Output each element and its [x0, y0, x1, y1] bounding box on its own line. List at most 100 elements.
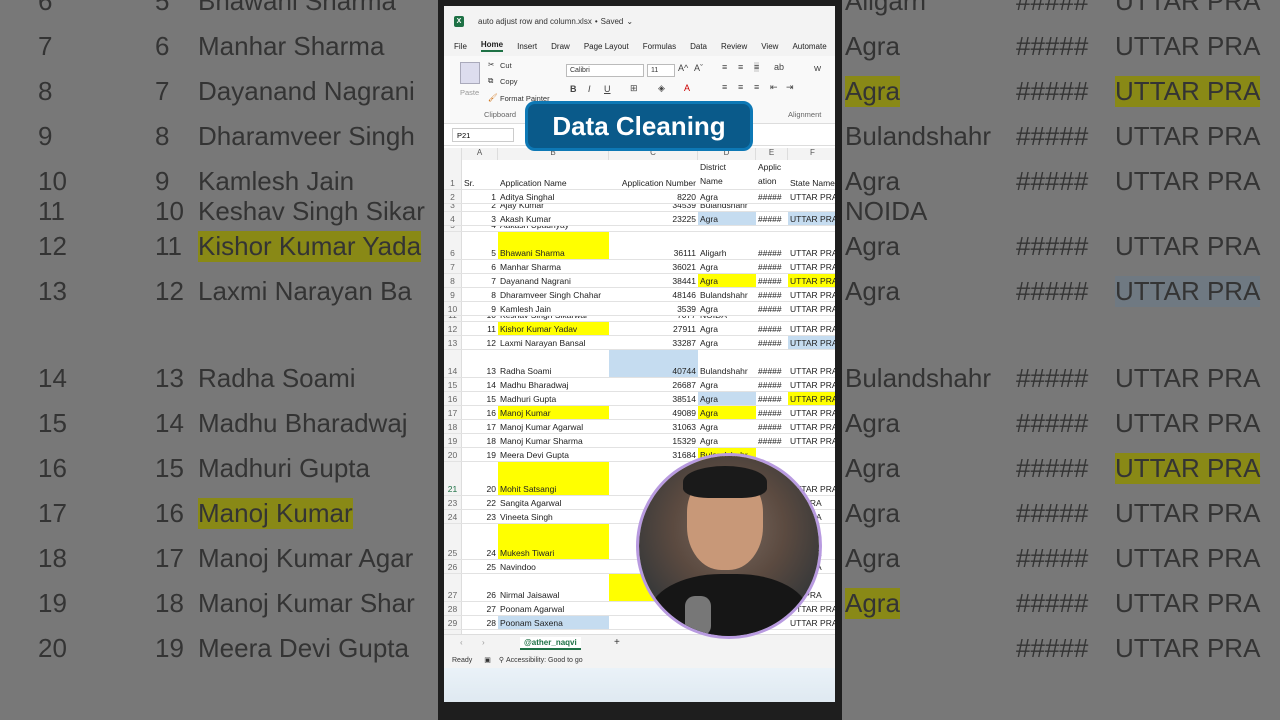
row-number[interactable]: 1 [444, 160, 462, 189]
align-top-icon[interactable]: ≡ [722, 62, 727, 72]
cell-ap[interactable]: ##### [756, 232, 788, 259]
decrease-font-icon[interactable]: Aˇ [694, 63, 703, 73]
row-number[interactable]: 9 [444, 288, 462, 301]
row-number[interactable]: 13 [444, 336, 462, 349]
row-number[interactable]: 25 [444, 524, 462, 559]
row-number[interactable]: 29 [444, 616, 462, 629]
cell-sr[interactable]: 19 [462, 448, 498, 461]
cell-name[interactable]: Kishor Kumar Yadav [498, 322, 609, 335]
cell-name[interactable]: Madhu Bharadwaj [498, 378, 609, 391]
cell-st[interactable]: UTTAR PRA [788, 434, 835, 447]
cell-sr[interactable]: 1 [462, 190, 498, 203]
paste-button[interactable]: Paste [460, 88, 479, 97]
cell-num[interactable]: 36021 [609, 260, 698, 273]
cell-st[interactable]: UTTAR PRA [788, 288, 835, 301]
underline-icon[interactable]: U [604, 84, 611, 94]
tab-review[interactable]: Review [721, 42, 747, 51]
cell-num[interactable]: 15329 [609, 434, 698, 447]
fill-color-icon[interactable]: ◈ [658, 83, 665, 94]
cell-name[interactable]: Radha Soami [498, 350, 609, 377]
row-number[interactable]: 15 [444, 378, 462, 391]
cell-ap[interactable]: ##### [756, 336, 788, 349]
cell-st[interactable]: UTTAR PRA [788, 406, 835, 419]
cell-name[interactable]: Navindoo [498, 560, 609, 573]
cell-name[interactable]: Aakash Upadhyay [498, 226, 609, 231]
cell-name[interactable]: Poonam Saxena [498, 616, 609, 629]
cell-st[interactable] [788, 448, 835, 461]
row-number[interactable]: 7 [444, 260, 462, 273]
cell-ap[interactable]: ##### [756, 260, 788, 273]
row-number[interactable]: 8 [444, 274, 462, 287]
cell-name[interactable]: Dharamveer Singh Chahar [498, 288, 609, 301]
cell-name[interactable]: Manoj Kumar Agarwal [498, 420, 609, 433]
cell-dist[interactable]: NOIDA [698, 316, 756, 321]
bold-icon[interactable]: B [570, 84, 577, 94]
cell-num[interactable]: 40744 [609, 350, 698, 377]
column-header-e[interactable]: E [756, 148, 788, 160]
wrap-text-button[interactable]: W [814, 64, 821, 73]
cell-sr[interactable]: 14 [462, 378, 498, 391]
cell-ap[interactable]: ##### [756, 274, 788, 287]
cell-dist[interactable]: Aligarh [698, 232, 756, 259]
row-number[interactable]: 12 [444, 322, 462, 335]
row-number[interactable]: 21 [444, 462, 462, 495]
cell-sr[interactable]: 11 [462, 322, 498, 335]
tab-formulas[interactable]: Formulas [643, 42, 676, 51]
cell-name[interactable]: Ajay Kumar [498, 204, 609, 211]
cell-st[interactable]: UTTAR PRA [788, 378, 835, 391]
cell-name[interactable]: Laxmi Narayan Bansal [498, 336, 609, 349]
font-name-select[interactable]: Calibri [566, 64, 644, 77]
align-bottom-icon[interactable]: ≡ [754, 62, 760, 72]
cell-ap[interactable]: ##### [756, 378, 788, 391]
row-number[interactable]: 20 [444, 448, 462, 461]
cell-num[interactable] [609, 226, 698, 231]
decrease-indent-icon[interactable]: ⇤ [770, 82, 778, 93]
cell-ap[interactable]: ##### [756, 302, 788, 315]
cell-ap[interactable] [756, 226, 788, 231]
copy-icon[interactable]: ⧉ [488, 76, 493, 86]
cell-st[interactable] [788, 204, 835, 211]
tab-page-layout[interactable]: Page Layout [584, 42, 629, 51]
cell-name[interactable]: Vineeta Singh [498, 510, 609, 523]
cell-sr[interactable]: 3 [462, 212, 498, 225]
row-number[interactable]: 3 [444, 204, 462, 211]
cell-ap[interactable]: ##### [756, 212, 788, 225]
cell-num[interactable]: 36111 [609, 232, 698, 259]
cell-ap[interactable]: ##### [756, 434, 788, 447]
cell-sr[interactable]: 18 [462, 434, 498, 447]
cell-name[interactable]: Kamlesh Jain [498, 302, 609, 315]
cell-sr[interactable]: 20 [462, 462, 498, 495]
row-number[interactable]: 23 [444, 496, 462, 509]
cell-st[interactable]: UTTAR PRA [788, 322, 835, 335]
next-sheet-icon[interactable]: › [482, 638, 485, 647]
cell-name[interactable]: Bhawani Sharma [498, 232, 609, 259]
cell-ap[interactable]: ##### [756, 350, 788, 377]
cell-ap[interactable]: ##### [756, 392, 788, 405]
cell-sr[interactable]: 6 [462, 260, 498, 273]
cell-num[interactable]: 7077 [609, 316, 698, 321]
row-number[interactable]: 14 [444, 350, 462, 377]
cell-name[interactable]: Mukesh Tiwari [498, 524, 609, 559]
format-painter-icon[interactable]: 🖌 [488, 93, 498, 102]
cell-num[interactable]: 8220 [609, 190, 698, 203]
tab-data[interactable]: Data [690, 42, 707, 51]
row-number[interactable]: 17 [444, 406, 462, 419]
row-number[interactable]: 28 [444, 602, 462, 615]
cell-dist[interactable]: Bulandshahr [698, 288, 756, 301]
cell-sr[interactable]: 5 [462, 232, 498, 259]
increase-indent-icon[interactable]: ⇥ [786, 82, 794, 93]
cell-num[interactable]: 49089 [609, 406, 698, 419]
cell-ap[interactable]: ##### [756, 406, 788, 419]
cell-name[interactable]: Mohit Satsangi [498, 462, 609, 495]
align-left-icon[interactable]: ≡ [722, 82, 727, 92]
cell-num[interactable]: 34539 [609, 204, 698, 211]
cell-dist[interactable]: Agra [698, 212, 756, 225]
cell-dist[interactable]: Agra [698, 274, 756, 287]
cell-dist[interactable]: Agra [698, 302, 756, 315]
cell-name[interactable]: Madhuri Gupta [498, 392, 609, 405]
cell-dist[interactable]: Agra [698, 392, 756, 405]
tab-home[interactable]: Home [480, 40, 504, 52]
font-color-icon[interactable]: A [684, 83, 690, 93]
cell-name[interactable]: Sangita Agarwal [498, 496, 609, 509]
align-center-icon[interactable]: ≡ [738, 82, 743, 92]
